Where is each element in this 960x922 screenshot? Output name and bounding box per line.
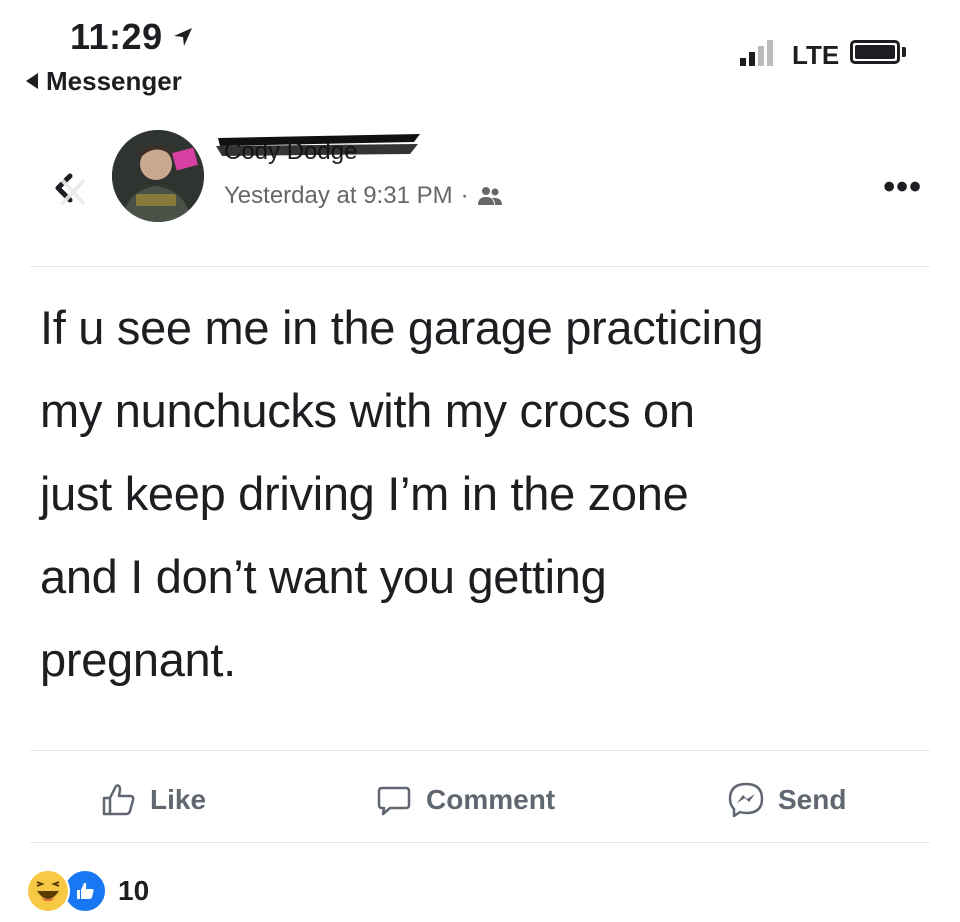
divider: [30, 266, 930, 267]
reaction-count: 10: [118, 875, 150, 906]
avatar[interactable]: [112, 130, 204, 222]
reactions-summary[interactable]: 10: [26, 866, 149, 916]
post-timestamp[interactable]: Yesterday at 9:31 PM: [224, 182, 453, 210]
messenger-icon: [728, 782, 764, 818]
battery-icon: [850, 40, 900, 64]
comment-icon: [377, 786, 411, 816]
location-arrow-icon: [174, 28, 192, 46]
back-app-label: Messenger: [46, 66, 182, 96]
comment-button[interactable]: Comment: [374, 770, 555, 830]
signal-icon: [740, 40, 773, 66]
send-label: Send: [778, 784, 847, 815]
back-triangle-icon: [26, 73, 38, 89]
back-to-app-link[interactable]: Messenger: [26, 66, 182, 97]
divider: [30, 750, 930, 751]
post-text: If u see me in the garage practicing my …: [40, 286, 930, 701]
post-text-line: just keep driving I’m in the zone: [40, 467, 689, 520]
like-label: Like: [150, 784, 207, 815]
back-chevron-icon[interactable]: [40, 158, 100, 218]
send-button[interactable]: Send: [726, 770, 846, 830]
meta-separator: ·: [460, 182, 469, 209]
carrier-label: LTE: [792, 40, 840, 70]
status-time: 11:29: [70, 16, 163, 57]
friends-icon[interactable]: [477, 185, 503, 207]
thumbs-up-icon: [102, 784, 135, 816]
status-bar: 11:29 Messenger LTE: [0, 0, 960, 110]
post-header: Cody Dodge Yesterday at 9:31 PM · •••: [0, 120, 960, 270]
like-button[interactable]: Like: [98, 770, 206, 830]
battery-tip: [902, 47, 906, 57]
more-options-icon[interactable]: •••: [883, 168, 922, 207]
comment-label: Comment: [426, 784, 556, 815]
post-meta: Yesterday at 9:31 PM ·: [224, 182, 503, 210]
redaction-scribble: [216, 134, 420, 156]
post-text-line: If u see me in the garage practicing: [40, 301, 764, 354]
avatar-image: [112, 130, 204, 222]
post-actions: Like Comment Send: [0, 770, 960, 830]
divider: [30, 842, 930, 843]
post-text-line: and I don’t want you getting: [40, 550, 607, 603]
post-text-line: my nunchucks with my crocs on: [40, 384, 695, 437]
post-text-line: pregnant.: [40, 633, 236, 686]
haha-reaction-icon: [26, 869, 70, 913]
